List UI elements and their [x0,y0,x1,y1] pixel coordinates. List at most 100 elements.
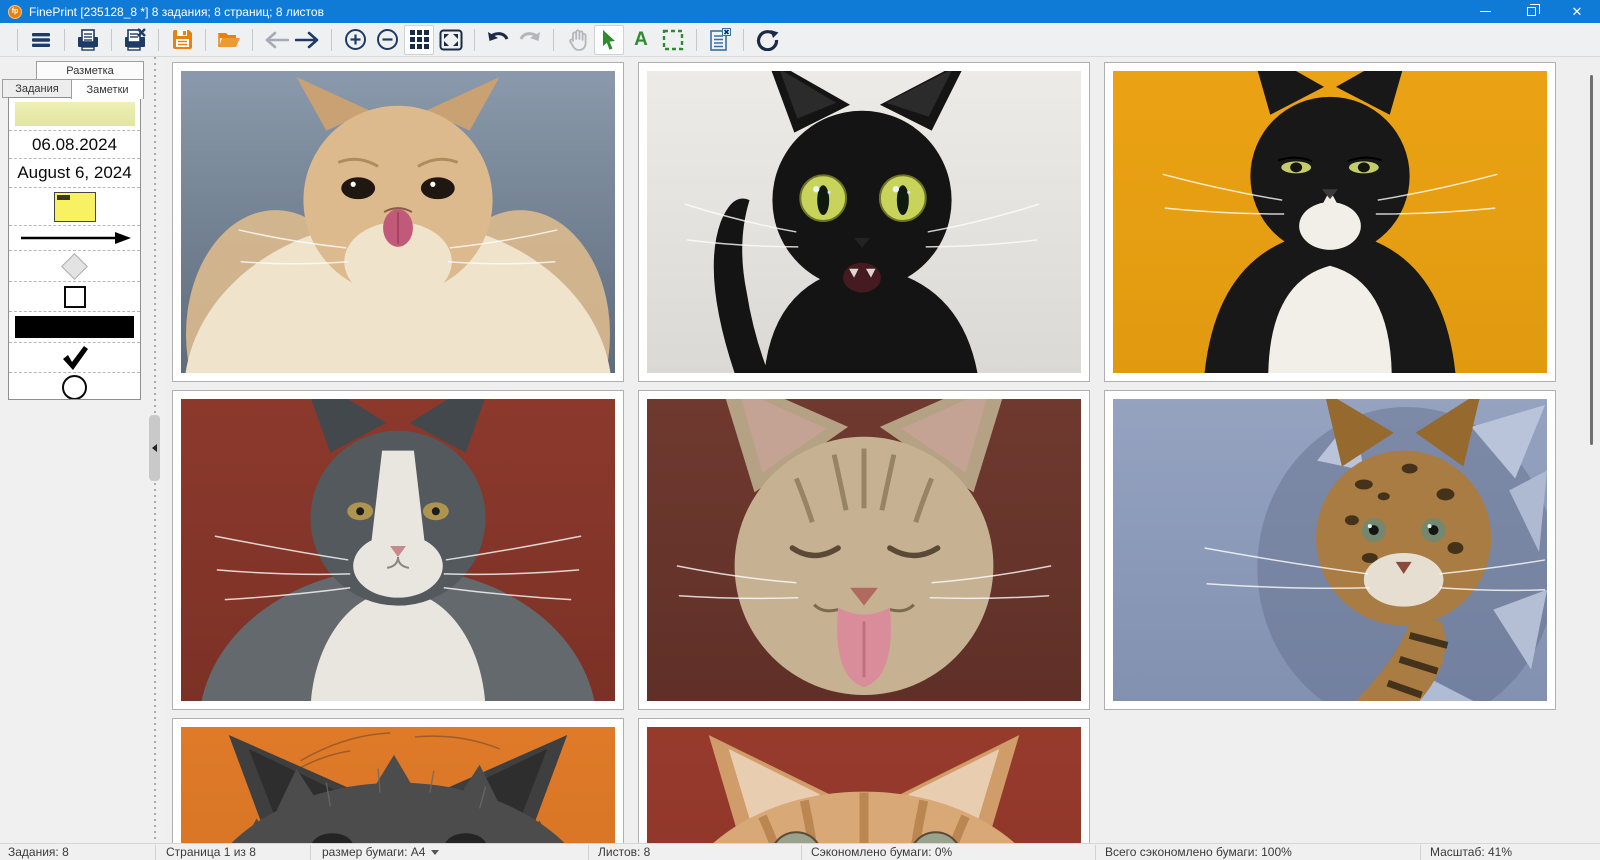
stationery-item-square[interactable] [9,282,140,312]
close-button[interactable]: ✕ [1554,0,1600,23]
dropdown-arrow-icon [431,850,440,856]
stationery-item-highlight[interactable] [9,98,140,131]
separator [553,28,554,51]
status-saved: Сэкономлено бумаги: 0% [811,845,953,859]
separator [331,28,332,51]
save-button[interactable] [167,25,197,55]
select-button[interactable] [594,24,624,55]
fit-page-button[interactable] [436,25,466,55]
separator [743,28,744,51]
status-zoom: Масштаб: 41% [1430,845,1513,859]
menu-button[interactable] [26,25,56,55]
zoom-out-button[interactable] [372,25,402,55]
page-thumbnail-7[interactable] [172,718,624,843]
close-icon: ✕ [1571,4,1583,19]
checkmark-icon [62,345,88,370]
sidebar-splitter[interactable] [147,57,163,843]
stationery-item-checkmark[interactable] [9,343,140,373]
grid-view-icon [409,30,429,49]
vertical-scrollbar[interactable] [1590,75,1593,445]
redo-button[interactable] [515,25,545,55]
arrow-right-icon [295,31,319,48]
cat-photo-bengal [1113,399,1547,701]
printer-icon [78,28,98,51]
stationery-item-diamond[interactable] [9,251,140,282]
grid-view-button[interactable] [404,24,434,55]
stationery-item-date-long[interactable]: August 6, 2024 [9,159,140,188]
restore-icon [1526,4,1540,16]
page-thumbnail-4[interactable] [172,390,624,710]
dashed-selection-icon [662,29,684,50]
cat-photo-fluffy [181,71,615,373]
stationery-item-circle[interactable] [9,373,140,399]
stationery-item-arrow[interactable] [9,226,140,251]
page-thumbnail-8[interactable] [638,718,1090,843]
separator [696,28,697,51]
zoom-in-icon [344,29,366,50]
diamond-icon [61,252,88,280]
date-stamp-short: 06.08.2024 [31,134,118,154]
fineprint-window: fp FinePrint [235128_8 *] 8 задания; 8 с… [0,0,1600,860]
hamburger-icon [32,32,50,47]
hand-icon [568,29,586,51]
page-thumbnail-3[interactable] [1104,62,1556,382]
undo-icon [488,31,509,41]
separator [205,28,206,51]
status-paper-size[interactable]: размер бумаги: A4 [322,844,440,860]
delete-page-button[interactable] [705,25,735,55]
paper-size-label: размер бумаги: A4 [322,845,426,859]
print-button[interactable] [73,25,103,55]
separator [17,28,18,51]
pan-button[interactable] [562,25,592,55]
stationery-item-date-short[interactable]: 06.08.2024 [9,131,140,159]
cursor-arrow-icon [603,29,615,50]
window-title: FinePrint [235128_8 *] 8 задания; 8 стра… [29,4,324,19]
minimize-button[interactable] [1462,0,1508,23]
highlight-swatch [14,102,135,126]
status-divider [155,845,156,860]
date-stamp-long: August 6, 2024 [17,163,132,182]
status-page: Страница 1 из 8 [166,845,256,859]
print-delete-button[interactable] [120,25,150,55]
page-thumbnail-5[interactable] [638,390,1090,710]
preview-area[interactable] [163,57,1600,843]
black-bar-icon [15,316,134,338]
refresh-icon [756,30,778,51]
refresh-button[interactable] [752,25,782,55]
open-button[interactable] [214,25,244,55]
separator [474,28,475,51]
undo-button[interactable] [483,25,513,55]
fit-page-icon [439,29,463,50]
splitter-collapse-handle[interactable] [149,415,160,481]
select-region-button[interactable] [658,25,688,55]
page-thumbnail-1[interactable] [172,62,624,382]
zoom-in-button[interactable] [340,25,370,55]
page-thumbnail-6[interactable] [1104,390,1556,710]
cat-photo-tuxedo [1113,71,1547,373]
tab-layout[interactable]: Разметка [36,61,144,80]
forward-button[interactable] [293,25,323,55]
statusbar: Задания: 8 Страница 1 из 8 размер бумаги… [0,843,1600,860]
status-sheets: Листов: 8 [598,845,651,859]
back-button[interactable] [261,25,291,55]
printer-delete-icon [125,27,146,51]
cat-photo-tongue [647,399,1081,701]
stationery-item-sticky-note[interactable] [9,188,140,226]
separator [252,28,253,51]
tab-jobs[interactable]: Задания [2,79,72,98]
redo-icon [519,31,540,41]
collapse-left-icon [152,444,157,452]
separator [158,28,159,51]
restore-button[interactable] [1508,0,1554,23]
text-tool-icon: A [634,29,648,50]
stationery-panel: 06.08.2024 August 6, 2024 [8,97,141,400]
text-tool-button[interactable]: A [626,25,656,55]
open-folder-icon [218,32,240,47]
floppy-save-icon [172,30,192,49]
status-divider [588,845,589,860]
tab-notes[interactable]: Заметки [71,79,144,99]
stationery-item-black-bar[interactable] [9,312,140,343]
page-thumbnail-2[interactable] [638,62,1090,382]
toolbar: A [0,23,1600,57]
status-total-saved: Всего сэкономлено бумаги: 100% [1105,845,1292,859]
